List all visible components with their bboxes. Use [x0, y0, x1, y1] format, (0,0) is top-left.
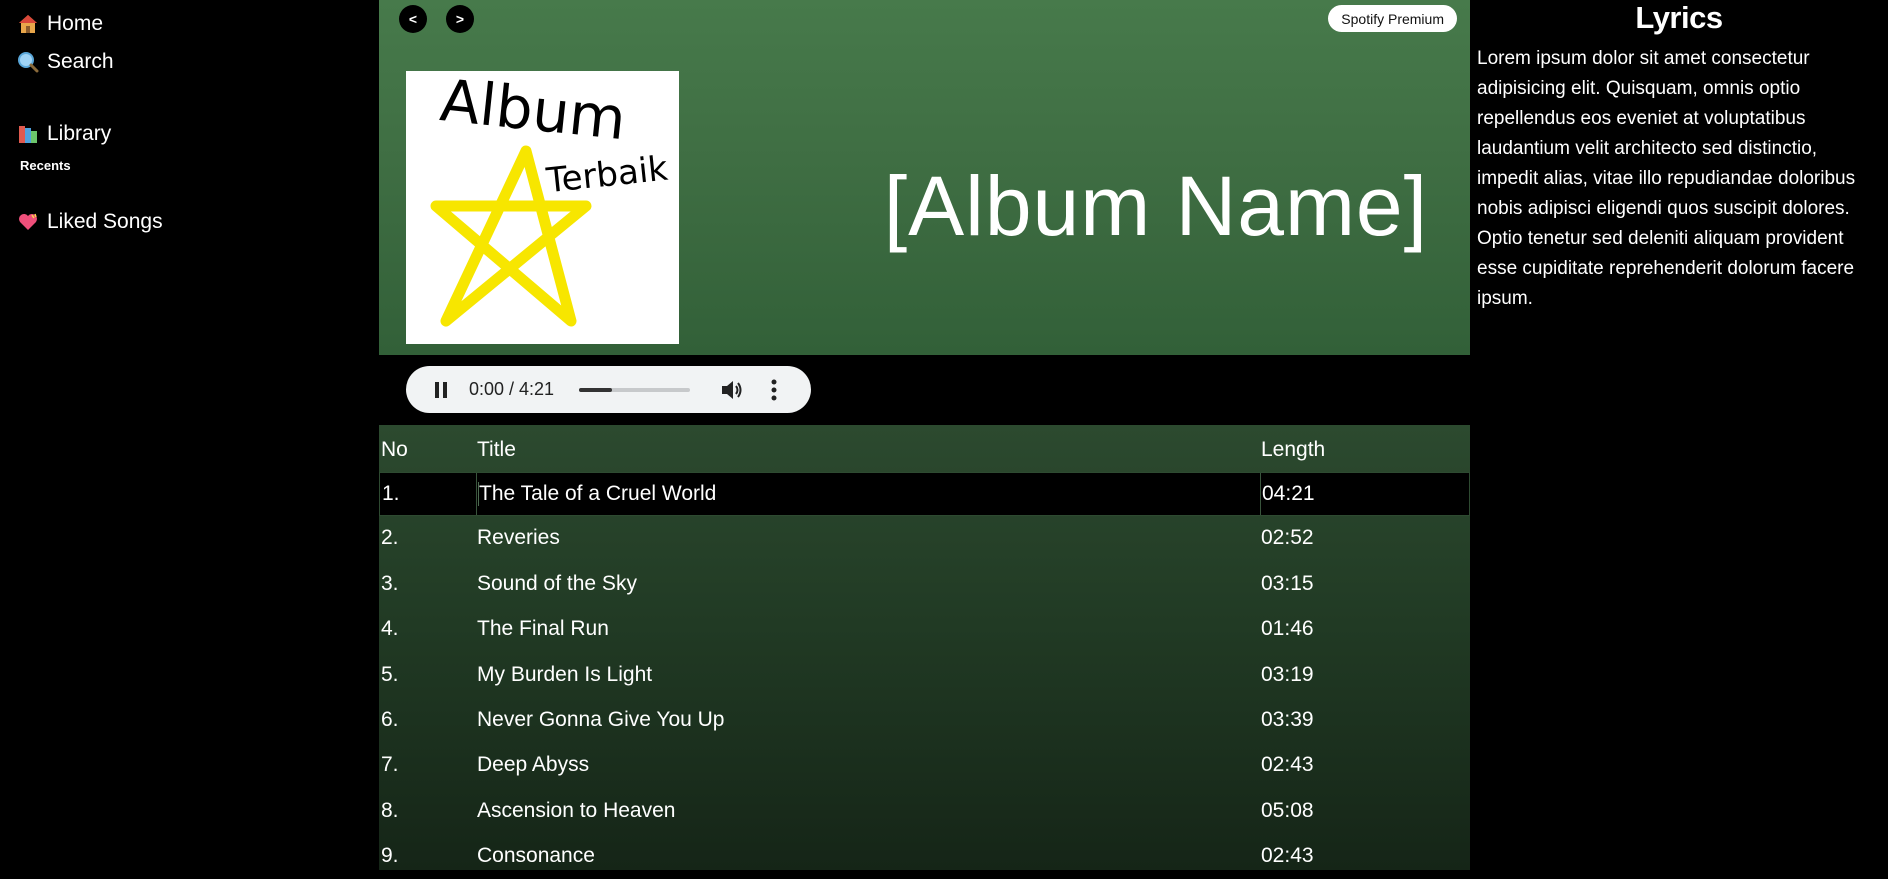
table-row[interactable]: 9. Consonance 02:43 — [379, 835, 1470, 879]
main-panel: < > Spotify Premium Album Terbaik [Album… — [379, 0, 1470, 870]
track-number: 9. — [381, 844, 399, 868]
album-header: < > Spotify Premium Album Terbaik [Album… — [379, 0, 1470, 355]
sidebar-item-liked-songs[interactable]: Liked Songs — [17, 210, 163, 234]
table-row[interactable]: 3. Sound of the Sky 03:15 — [379, 563, 1470, 607]
track-number: 5. — [381, 662, 399, 686]
track-title: Reveries — [477, 526, 560, 550]
album-cover-art: Album Terbaik — [430, 71, 670, 327]
track-number: 2. — [381, 526, 399, 550]
track-number: 7. — [381, 753, 399, 777]
track-number: 3. — [381, 571, 399, 595]
sidebar-item-label: Home — [47, 12, 104, 35]
cover-text-terbaik: Terbaik — [544, 149, 670, 202]
track-title: Never Gonna Give You Up — [477, 708, 725, 731]
pause-icon[interactable] — [432, 381, 450, 399]
track-table: No Title Length 1. The Tale of a Cruel Wo… — [379, 425, 1470, 870]
album-cover: Album Terbaik — [406, 71, 679, 344]
table-row[interactable]: 5. My Burden Is Light 03:19 — [379, 654, 1470, 698]
track-length: 02:43 — [1261, 844, 1314, 868]
audio-player[interactable]: 0:00 / 4:21 — [406, 366, 811, 413]
track-title: The Final Run — [477, 617, 609, 641]
track-title: Sound of the Sky — [477, 571, 637, 595]
track-length: 01:46 — [1261, 617, 1314, 641]
track-title: Deep Abyss — [477, 753, 590, 777]
table-row[interactable]: 7. Deep Abyss 02:43 — [379, 744, 1470, 788]
track-title: My Burden Is Light — [477, 662, 653, 686]
track-length: 02:52 — [1261, 526, 1314, 550]
more-options-icon[interactable] — [770, 378, 778, 402]
album-name: [Album Name] — [883, 159, 1428, 253]
cell-divider — [476, 473, 477, 515]
track-title: The Tale of a Cruel World — [478, 482, 717, 506]
house-icon — [17, 13, 39, 35]
sidebar-item-label: Search — [47, 50, 114, 73]
track-number: 6. — [381, 708, 399, 731]
sidebar-item-label: Library — [47, 122, 112, 145]
track-length: 04:21 — [1262, 482, 1315, 505]
track-length: 05:08 — [1261, 798, 1314, 822]
sidebar-item-library[interactable]: Library — [17, 122, 111, 146]
playback-time: 0:00 / 4:21 — [469, 379, 555, 399]
spotify-premium-button[interactable]: Spotify Premium — [1328, 5, 1457, 32]
sidebar-item-home[interactable]: Home — [17, 12, 103, 36]
lyrics-text: Lorem ipsum dolor sit amet consectetur a… — [1477, 48, 1856, 309]
table-row[interactable]: 8. Ascension to Heaven 05:08 — [379, 790, 1470, 834]
table-row[interactable]: 4. The Final Run 01:46 — [379, 608, 1470, 652]
column-header-title: Title — [477, 438, 516, 461]
column-header-length: Length — [1261, 438, 1326, 461]
heart-icon — [17, 211, 39, 233]
track-number: 8. — [381, 798, 399, 822]
track-title: Ascension to Heaven — [477, 798, 676, 822]
track-length: 03:15 — [1261, 571, 1314, 595]
track-length: 02:43 — [1261, 753, 1314, 777]
sidebar-item-label: Liked Songs — [47, 210, 163, 233]
books-icon — [17, 123, 39, 145]
column-header-no: No — [381, 438, 408, 461]
back-button[interactable]: < — [399, 5, 427, 33]
sidebar: Home Search Library Recents Liked Songs — [0, 0, 379, 870]
track-length: 03:39 — [1261, 708, 1314, 731]
volume-icon[interactable] — [720, 379, 744, 401]
track-number: 1. — [382, 482, 400, 505]
table-row[interactable]: 6. Never Gonna Give You Up 03:39 — [379, 699, 1470, 743]
track-title: Consonance — [477, 844, 595, 868]
recents-label: Recents — [20, 158, 71, 173]
table-row[interactable]: 2. Reveries 02:52 — [379, 517, 1470, 561]
seek-bar[interactable] — [579, 388, 690, 392]
lyrics-panel: Lyrics Lorem ipsum dolor sit amet consec… — [1470, 0, 1888, 870]
cover-text-album: Album — [437, 71, 629, 153]
table-header: No Title Length — [379, 438, 1470, 468]
track-number: 4. — [381, 617, 399, 641]
lyrics-title: Lyrics — [1635, 0, 1723, 35]
forward-button[interactable]: > — [446, 5, 474, 33]
magnifier-icon — [17, 51, 39, 73]
seek-bar-progress — [579, 388, 613, 392]
track-length: 03:19 — [1261, 662, 1314, 686]
cell-divider — [1260, 473, 1261, 515]
sidebar-item-search[interactable]: Search — [17, 50, 114, 74]
table-row[interactable]: 1. The Tale of a Cruel World 04:21 — [379, 472, 1470, 516]
